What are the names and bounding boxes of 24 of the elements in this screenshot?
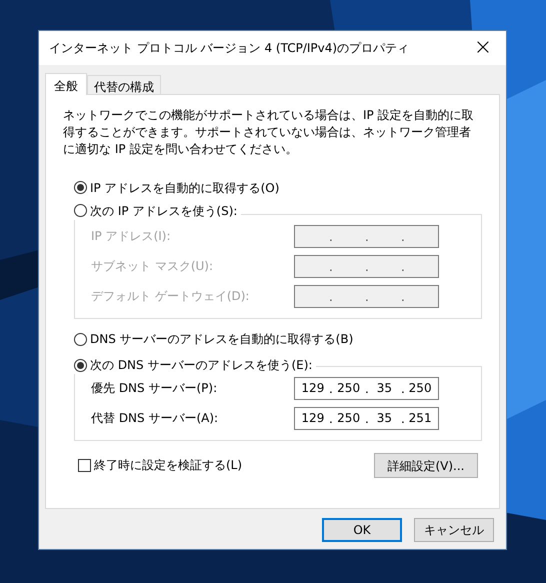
validate-checkbox[interactable]: 終了時に設定を検証する(L) (78, 456, 242, 474)
ip-address-field[interactable]: 129 250 35 251 . . . (294, 406, 439, 430)
radio-label[interactable]: 次の DNS サーバーのアドレスを使う(E): (90, 356, 312, 374)
advanced-button[interactable]: 詳細設定(V)... (374, 453, 478, 478)
tab[interactable]: 代替の構成 (87, 75, 161, 95)
radio-label[interactable]: DNS サーバーのアドレスを自動的に取得する(B) (90, 330, 354, 348)
ip-address-field[interactable]: 129 250 35 250 . . . (294, 376, 439, 400)
radio-button[interactable] (74, 181, 87, 194)
field-label: 優先 DNS サーバー(P): (91, 380, 218, 397)
window-title: インターネット プロトコル バージョン 4 (TCP/IPv4)のプロパティ (49, 40, 410, 57)
field-label: デフォルト ゲートウェイ(D): (91, 288, 250, 305)
field-label: IP アドレス(I): (91, 228, 172, 245)
radio-button[interactable] (74, 204, 87, 217)
ok-button[interactable]: OK (322, 518, 402, 542)
field-label: サブネット マスク(U): (91, 258, 214, 275)
close-button[interactable]: × (460, 31, 506, 65)
radio-label[interactable]: IP アドレスを自動的に取得する(O) (90, 178, 280, 196)
radio-button[interactable] (74, 332, 87, 346)
cancel-button[interactable]: キャンセル (414, 518, 494, 542)
description-text: ネットワークでこの機能がサポートされている場合は、IP 設定を自動的に取得することができます。サポートされていない場合は、ネットワーク管理者に適切な IP 設定を問い合わせてください。 (63, 107, 475, 158)
field-label: 代替 DNS サーバー(A): (91, 410, 220, 427)
radio-label[interactable]: 次の IP アドレスを使う(S): (90, 202, 238, 220)
tab[interactable]: 全般 (45, 73, 87, 95)
radio-button[interactable] (74, 358, 87, 372)
